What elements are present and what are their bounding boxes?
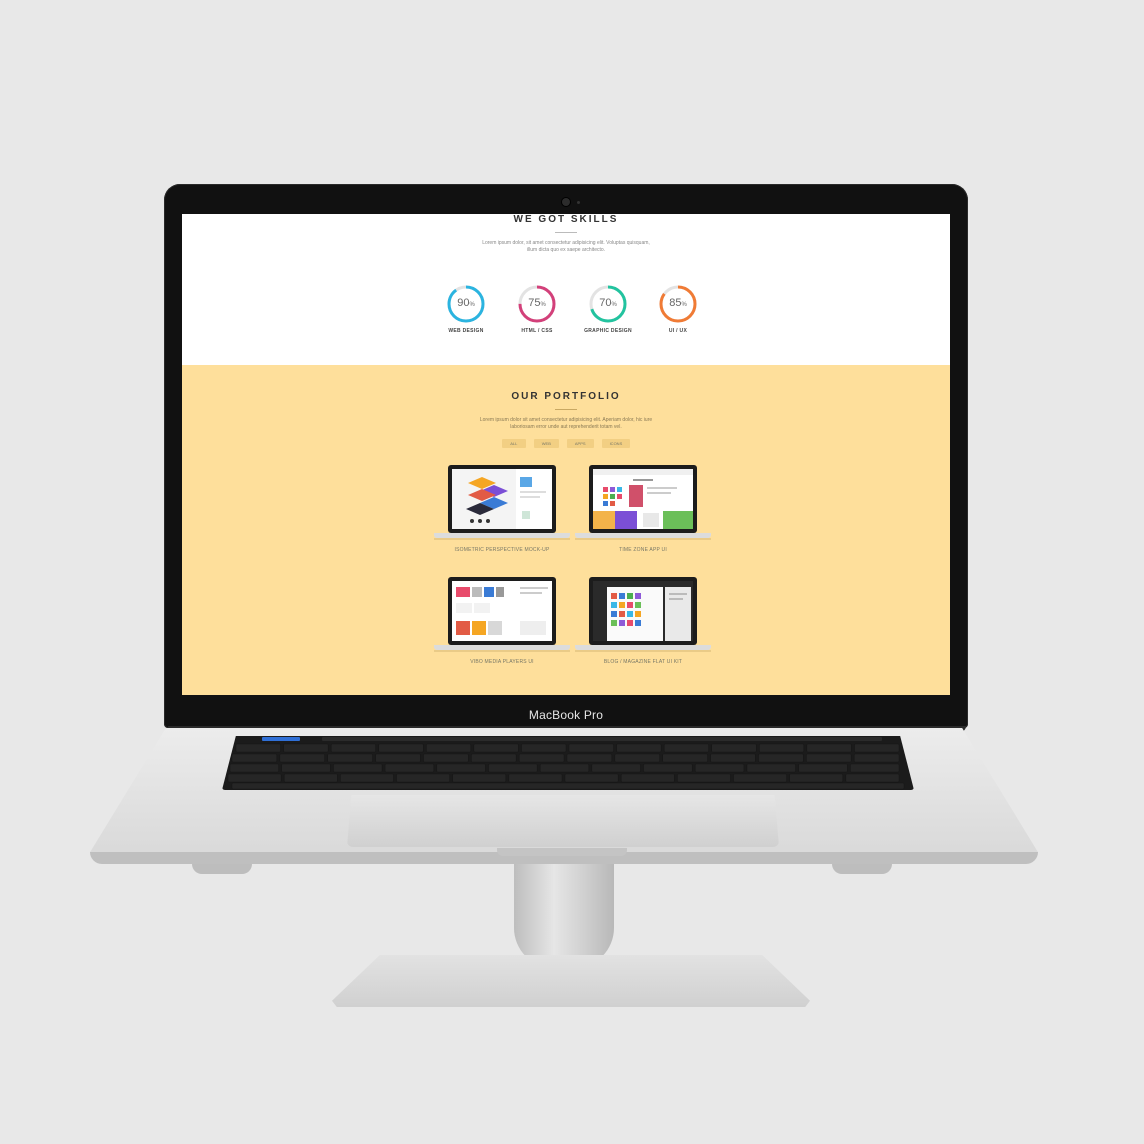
filter-all-button[interactable]: ALL: [501, 439, 526, 448]
skill-value: 85%: [633, 297, 723, 309]
portfolio-thumbnail[interactable]: [575, 577, 711, 652]
skills-lead: Lorem ipsum dolor, sit amet consectetur …: [182, 240, 950, 254]
skills-title: WE GOT SKILLS: [513, 214, 619, 225]
skills-lead-line-1: Lorem ipsum dolor, sit amet consectetur …: [482, 240, 650, 246]
trackpad: [347, 795, 779, 847]
skills-section: WE GOT SKILLS Lorem ipsum dolor, sit ame…: [182, 214, 950, 365]
skills-title-rule: [555, 232, 577, 233]
portfolio-card-caption: VIBO MEDIA PLAYERS UI: [470, 659, 534, 665]
portfolio-card-blog[interactable]: BLOG / MAGAZINE FLAT UI KIT: [573, 577, 713, 665]
portfolio-lead: Lorem ipsum dolor sit amet consectetur a…: [182, 417, 950, 431]
laptop-screen: WE GOT SKILLS Lorem ipsum dolor, sit ame…: [182, 214, 950, 695]
keyboard: [222, 736, 914, 790]
portfolio-thumbnail[interactable]: [575, 465, 711, 540]
skill-percent: 75: [528, 297, 541, 309]
stand-base: [332, 955, 810, 1007]
laptop-foot-right: [832, 864, 892, 874]
skill-label: UI / UX: [668, 328, 688, 334]
laptop-brand-label: MacBook Pro: [528, 708, 604, 722]
portfolio-card-caption: ISOMETRIC PERSPECTIVE MOCK-UP: [454, 547, 550, 553]
skill-percent: 85: [669, 297, 682, 309]
skill-unit: %: [681, 302, 687, 308]
portfolio-thumbnail[interactable]: [434, 577, 570, 652]
filter-apps-button[interactable]: APPS: [566, 439, 594, 448]
portfolio-card-time-zone[interactable]: TIME ZONE APP UI: [573, 465, 713, 553]
filter-web-button[interactable]: WEB: [533, 439, 559, 448]
skill-percent: 70: [599, 297, 612, 309]
portfolio-title-rule: [555, 409, 577, 410]
laptop-foot-left: [192, 864, 252, 874]
portfolio-card-caption: BLOG / MAGAZINE FLAT UI KIT: [603, 659, 683, 665]
skills-lead-line-2: illum dicta quo ex saepe architecto.: [526, 247, 606, 253]
portfolio-section: OUR PORTFOLIO Lorem ipsum dolor sit amet…: [182, 365, 950, 695]
skill-unit: %: [611, 302, 617, 308]
lid-notch: [497, 848, 627, 856]
portfolio-filters: ALL WEB APPS ICONS: [182, 439, 950, 448]
stand-neck: [514, 864, 614, 968]
skill-percent: 90: [457, 297, 470, 309]
skill-unit: %: [540, 302, 546, 308]
filter-icons-button[interactable]: ICONS: [601, 439, 631, 448]
portfolio-lead-line-2: laboriosam error unde aut reprehenderit …: [510, 424, 622, 430]
portfolio-card-vibo[interactable]: VIBO MEDIA PLAYERS UI: [432, 577, 572, 665]
portfolio-thumbnail[interactable]: [434, 465, 570, 540]
portfolio-title: OUR PORTFOLIO: [511, 391, 621, 402]
keyboard-keys-icon: [227, 737, 905, 790]
camera-indicator-icon: [577, 201, 580, 204]
portfolio-card-caption: TIME ZONE APP UI: [619, 547, 667, 553]
webcam-icon: [562, 198, 570, 206]
portfolio-lead-line-1: Lorem ipsum dolor sit amet consectetur a…: [479, 417, 653, 423]
skill-ui-ux: 85% UI / UX: [633, 284, 723, 334]
portfolio-card-isometric[interactable]: ISOMETRIC PERSPECTIVE MOCK-UP: [432, 465, 572, 553]
skill-unit: %: [469, 302, 475, 308]
